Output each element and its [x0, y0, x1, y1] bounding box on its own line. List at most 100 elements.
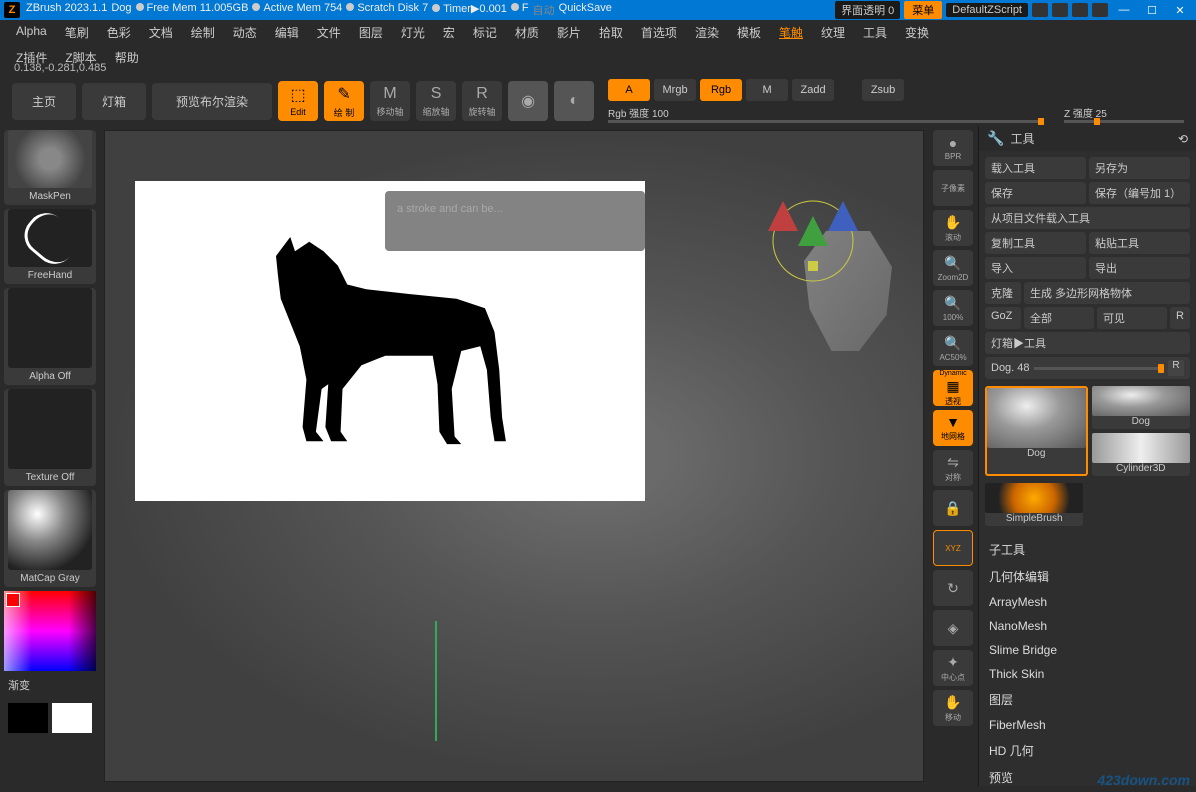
lock-button[interactable]: 🔒 — [933, 490, 973, 526]
scale-button[interactable]: S缩放轴 — [416, 81, 456, 121]
menu-alpha[interactable]: Alpha — [14, 22, 49, 43]
scroll-button[interactable]: ✋滚动 — [933, 210, 973, 246]
layout-icon-3[interactable] — [1072, 3, 1088, 17]
goz-button[interactable]: GoZ — [985, 307, 1021, 329]
menu-marker[interactable]: 标记 — [471, 22, 499, 43]
load-from-project-button[interactable]: 从项目文件载入工具 — [985, 207, 1190, 229]
menu-color[interactable]: 色彩 — [105, 22, 133, 43]
section-layers[interactable]: 图层 — [979, 686, 1196, 713]
z-intensity-slider[interactable] — [1064, 120, 1184, 123]
frame-button[interactable]: ◈ — [933, 610, 973, 646]
ui-opacity[interactable]: 界面透明 0 — [835, 1, 900, 19]
quicksave[interactable]: QuickSave — [559, 2, 612, 18]
viewport[interactable]: a stroke and can be... — [104, 130, 924, 782]
menu-render[interactable]: 渲染 — [693, 22, 721, 43]
menu-stencil[interactable]: 模板 — [735, 22, 763, 43]
brush-thumb[interactable]: MaskPen — [4, 130, 96, 205]
section-hdgeo[interactable]: HD 几何 — [979, 737, 1196, 764]
alpha-thumb[interactable]: Alpha Off — [4, 288, 96, 385]
rotate-cam-button[interactable]: ↻ — [933, 570, 973, 606]
menu-movie[interactable]: 影片 — [555, 22, 583, 43]
gradient-label[interactable]: 渐变 — [4, 675, 96, 695]
menu-tool[interactable]: 工具 — [861, 22, 889, 43]
clone-button[interactable]: 克隆 — [985, 282, 1021, 304]
menu-prefs[interactable]: 首选项 — [639, 22, 679, 43]
draw-mode-button[interactable]: ✎绘 制 — [324, 81, 364, 121]
bpr-button[interactable]: ●BPR — [933, 130, 973, 166]
section-geometry[interactable]: 几何体编辑 — [979, 563, 1196, 590]
save-button[interactable]: 保存 — [985, 182, 1086, 204]
section-fibermesh[interactable]: FiberMesh — [979, 713, 1196, 737]
menu-texture[interactable]: 纹理 — [819, 22, 847, 43]
rotate-button[interactable]: R旋转轴 — [462, 81, 502, 121]
goz-visible-button[interactable]: 可见 — [1097, 307, 1167, 329]
tool-slider[interactable] — [1034, 367, 1164, 370]
lightbox-button[interactable]: 灯箱 — [82, 83, 146, 120]
render-sphere-button[interactable]: ◉ — [508, 81, 548, 121]
refresh-icon[interactable]: ⟲ — [1178, 132, 1188, 146]
menu-document[interactable]: 文档 — [147, 22, 175, 43]
save-as-button[interactable]: 另存为 — [1089, 157, 1190, 179]
section-nanomesh[interactable]: NanoMesh — [979, 614, 1196, 638]
maximize-button[interactable]: ☐ — [1140, 4, 1164, 17]
menu-light[interactable]: 灯光 — [399, 22, 427, 43]
stroke-thumb[interactable]: FreeHand — [4, 209, 96, 284]
texture-thumb[interactable]: Texture Off — [4, 389, 96, 486]
zoom2d-button[interactable]: 🔍Zoom2D — [933, 250, 973, 286]
section-subtool[interactable]: 子工具 — [979, 536, 1196, 563]
navigation-gizmo[interactable] — [763, 191, 863, 291]
menu-layer[interactable]: 图层 — [357, 22, 385, 43]
center-button[interactable]: ✦中心点 — [933, 650, 973, 686]
menu-macro[interactable]: 宏 — [441, 22, 457, 43]
menu-edit[interactable]: 编辑 — [273, 22, 301, 43]
section-preview[interactable]: 预览 — [979, 764, 1196, 786]
a-button[interactable]: A — [608, 79, 650, 101]
actual-button[interactable]: 🔍100% — [933, 290, 973, 326]
layout-icon-4[interactable] — [1092, 3, 1108, 17]
swatch-black[interactable] — [8, 703, 48, 733]
tool-r-button[interactable]: R — [1168, 360, 1184, 376]
material-thumb[interactable]: MatCap Gray — [4, 490, 96, 587]
move-button[interactable]: M移动轴 — [370, 81, 410, 121]
section-thickskin[interactable]: Thick Skin — [979, 662, 1196, 686]
make-polymesh-button[interactable]: 生成 多边形网格物体 — [1024, 282, 1190, 304]
m-button[interactable]: M — [746, 79, 788, 101]
menu-file[interactable]: 文件 — [315, 22, 343, 43]
goz-all-button[interactable]: 全部 — [1024, 307, 1094, 329]
section-arraymesh[interactable]: ArrayMesh — [979, 590, 1196, 614]
menu-picker[interactable]: 拾取 — [597, 22, 625, 43]
home-button[interactable]: 主页 — [12, 83, 76, 120]
subpixel-button[interactable]: 子像素 — [933, 170, 973, 206]
tool-thumb-dog-2[interactable]: Dog — [1092, 386, 1191, 429]
menu-draw[interactable]: 绘制 — [189, 22, 217, 43]
zsub-button[interactable]: Zsub — [862, 79, 904, 101]
copy-tool-button[interactable]: 复制工具 — [985, 232, 1086, 254]
lightbox-tools-button[interactable]: 灯箱▶工具 — [985, 332, 1190, 354]
color-picker[interactable] — [4, 591, 96, 671]
layout-icon-1[interactable] — [1032, 3, 1048, 17]
menu-stroke[interactable]: 笔触 — [777, 22, 805, 43]
aahalf-button[interactable]: 🔍AC50% — [933, 330, 973, 366]
sphere-toggle-button[interactable]: ◐ — [554, 81, 594, 121]
perspective-button[interactable]: Dynamic▦透视 — [933, 370, 973, 406]
swatch-white[interactable] — [52, 703, 92, 733]
load-tool-button[interactable]: 载入工具 — [985, 157, 1086, 179]
floor-button[interactable]: ▼地网格 — [933, 410, 973, 446]
export-button[interactable]: 导出 — [1089, 257, 1190, 279]
menu-help[interactable]: 帮助 — [113, 47, 141, 68]
goz-r-button[interactable]: R — [1170, 307, 1190, 329]
close-button[interactable]: ✕ — [1168, 4, 1192, 17]
tool-thumb-cylinder[interactable]: Cylinder3D — [1092, 433, 1191, 476]
edit-mode-button[interactable]: ⬚Edit — [278, 81, 318, 121]
mrgb-button[interactable]: Mrgb — [654, 79, 696, 101]
preview-render-button[interactable]: 预览布尔渲染 — [152, 83, 272, 120]
tool-thumb-dog-active[interactable]: Dog — [985, 386, 1088, 476]
zadd-button[interactable]: Zadd — [792, 79, 834, 101]
tool-thumb-simplebrush[interactable]: SimpleBrush — [985, 483, 1083, 526]
xyz-button[interactable]: XYZ — [933, 530, 973, 566]
menu-brush[interactable]: 笔刷 — [63, 22, 91, 43]
save-inc-button[interactable]: 保存（编号加 1） — [1089, 182, 1190, 204]
menu-transform[interactable]: 变换 — [903, 22, 931, 43]
paste-tool-button[interactable]: 粘贴工具 — [1089, 232, 1190, 254]
move-cam-button[interactable]: ✋移动 — [933, 690, 973, 726]
